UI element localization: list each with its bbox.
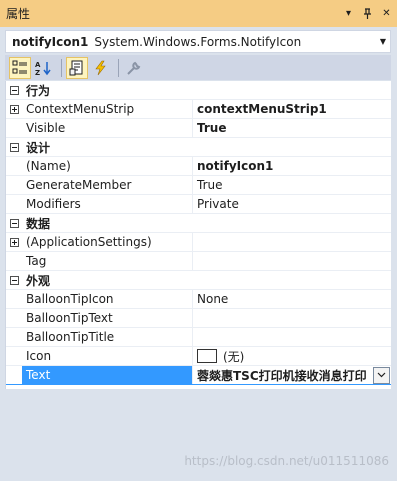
watermark: https://blog.csdn.net/u011511086 [184,454,389,468]
chevron-down-icon[interactable] [373,366,390,384]
expand-icon[interactable] [6,233,22,251]
category-label: 行为 [26,83,51,98]
property-value[interactable] [193,328,391,346]
property-name: Text [22,366,193,384]
property-row-applicationsettings[interactable]: (ApplicationSettings) [6,233,391,252]
property-row-balloontipicon[interactable]: BalloonTipIcon None [6,290,391,309]
property-row-balloontiptitle[interactable]: BalloonTipTitle [6,328,391,347]
row-gutter [6,347,22,365]
property-value[interactable]: None [193,290,391,308]
property-toolbar: A Z [5,55,391,80]
collapse-icon[interactable] [6,271,22,289]
property-name: Visible [22,119,193,137]
properties-icon[interactable] [66,56,88,79]
row-gutter [6,176,22,194]
category-behavior[interactable]: 行为 [6,81,391,100]
property-value[interactable]: True [193,119,391,137]
category-data[interactable]: 数据 [6,214,391,233]
property-pages-icon[interactable] [123,57,145,79]
property-value[interactable]: notifyIcon1 [193,157,391,175]
toolbar-divider [118,58,119,77]
property-row-generatemember[interactable]: GenerateMember True [6,176,391,195]
property-name: Icon [22,347,193,365]
row-gutter [6,309,22,327]
category-label: 设计 [26,140,51,155]
property-value[interactable]: True [193,176,391,194]
property-value[interactable] [193,233,391,251]
category-design[interactable]: 设计 [6,138,391,157]
property-row-name[interactable]: (Name) notifyIcon1 [6,157,391,176]
icon-preview-swatch [197,349,217,363]
property-value[interactable]: Private [193,195,391,213]
row-gutter [6,157,22,175]
property-row-balloontiptext[interactable]: BalloonTipText [6,309,391,328]
property-name: BalloonTipTitle [22,328,193,346]
property-name: Modifiers [22,195,193,213]
chevron-down-icon[interactable]: ▼ [376,37,390,46]
property-value-container[interactable]: (无) [193,347,391,365]
object-name: notifyIcon1 [12,34,89,49]
property-value[interactable]: contextMenuStrip1 [193,100,391,118]
row-gutter [6,119,22,137]
collapse-icon[interactable] [6,81,22,99]
property-row-visible[interactable]: Visible True [6,119,391,138]
property-row-text[interactable]: Text 蓉燚惠TSC打印机接收消息打印 [6,366,391,385]
collapse-icon[interactable] [6,138,22,156]
collapse-icon[interactable] [6,214,22,232]
svg-text:A: A [35,61,41,69]
row-gutter [6,290,22,308]
row-gutter [6,252,22,270]
property-value-container[interactable]: 蓉燚惠TSC打印机接收消息打印 [193,366,391,384]
pin-icon[interactable] [359,5,376,22]
events-icon[interactable] [90,57,112,79]
property-value[interactable]: 蓉燚惠TSC打印机接收消息打印 [197,367,373,384]
row-gutter [6,366,22,384]
property-name: ContextMenuStrip [22,100,193,118]
object-type: System.Windows.Forms.NotifyIcon [94,34,302,49]
row-gutter [6,195,22,213]
property-row-contextmenustrip[interactable]: ContextMenuStrip contextMenuStrip1 [6,100,391,119]
property-row-icon[interactable]: Icon (无) [6,347,391,366]
svg-text:Z: Z [35,69,40,76]
property-name: (Name) [22,157,193,175]
property-name: BalloonTipText [22,309,193,327]
category-label: 外观 [26,273,51,288]
alphabetical-icon[interactable]: A Z [33,57,55,79]
property-name: GenerateMember [22,176,193,194]
property-name: BalloonTipIcon [22,290,193,308]
category-label: 数据 [26,216,51,231]
panel-title: 属性 [6,7,31,21]
toolbar-divider [61,58,62,77]
close-icon[interactable]: ✕ [378,5,395,22]
category-appearance[interactable]: 外观 [6,271,391,290]
property-value: (无) [223,349,245,364]
property-name: (ApplicationSettings) [22,233,193,251]
panel-titlebar: 属性 ▾ ✕ [0,0,397,27]
categorized-icon[interactable] [9,56,31,79]
property-name: Tag [22,252,193,270]
window-position-dropdown-icon[interactable]: ▾ [340,5,357,22]
property-value[interactable] [193,252,391,270]
property-grid: 行为 ContextMenuStrip contextMenuStrip1 Vi… [5,81,391,389]
property-row-modifiers[interactable]: Modifiers Private [6,195,391,214]
property-row-tag[interactable]: Tag [6,252,391,271]
row-gutter [6,328,22,346]
expand-icon[interactable] [6,100,22,118]
property-value[interactable] [193,309,391,327]
object-selector[interactable]: notifyIcon1 System.Windows.Forms.NotifyI… [5,30,391,53]
